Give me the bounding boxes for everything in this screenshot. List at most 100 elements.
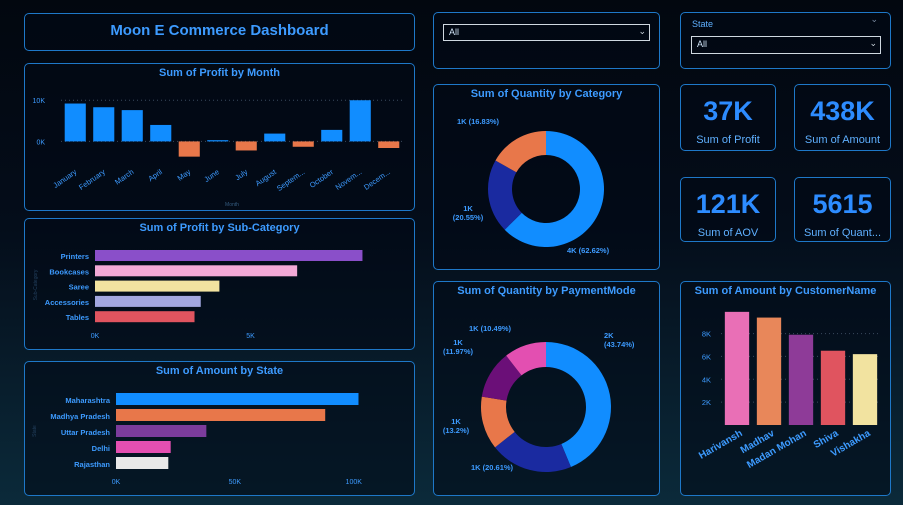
y-tick-label: 10K [33,98,46,105]
kpi-card-quantity: 5615 Sum of Quant... [794,177,891,242]
data-label: (13.2%) [443,426,470,435]
bar [756,317,782,425]
kpi-value: 5615 [812,189,873,219]
profit-by-subcategory-chart: Printers Bookcases Saree Accessories Tables 0… [33,250,363,340]
bar [264,133,286,142]
chevron-down-icon: ⌄ [638,26,646,36]
x-tick-label: 50K [229,479,242,486]
y-tick-label: Madhya Pradesh [50,412,110,421]
state-dropdown[interactable]: All ⌄ [691,36,881,54]
bar [121,110,143,142]
dashboard-canvas: Moon E Commerce Dashboard All ⌄ State ⌄ … [0,0,903,505]
bar [150,124,172,142]
kpi-card-profit: 37K Sum of Profit [680,84,776,151]
bar [95,250,363,261]
data-label: 1K [463,204,473,213]
bar [95,311,195,323]
x-tick-label: 0K [91,333,100,340]
y-tick-label: 0K [36,139,45,146]
bar [724,311,750,425]
amount-by-customer-panel: Sum of Amount by CustomerName 8K 6K 4K 2K Ha… [680,281,891,496]
bar [116,425,207,437]
chart-title: Sum of Profit by Month [159,67,280,79]
data-label: (43.74%) [604,340,635,349]
y-tick-label: 6K [702,352,711,361]
bar [116,441,171,453]
y-tick-label: 2K [702,398,711,407]
chart-title: Sum of Quantity by Category [470,88,623,100]
y-tick-label: 8K [702,330,711,339]
y-tick-label: Rajasthan [74,460,110,469]
amount-by-state-panel: Sum of Amount by State Maharashtra Madhya… [24,361,415,496]
x-tick-label: 100K [346,479,363,486]
data-label: 1K (20.61%) [471,463,514,472]
x-tick-label: April [146,167,164,183]
x-tick-label: Harivansh [697,428,744,462]
state-slicer-label: State [692,19,714,29]
x-tick-label: July [233,167,249,182]
data-label: 1K [453,338,463,347]
y-axis-title: State [32,425,38,437]
y-tick-label: Maharashtra [65,396,110,405]
amount-by-state-chart: Maharashtra Madhya Pradesh Uttar Pradesh De… [32,393,363,486]
y-tick-label: Accessories [45,298,89,307]
page-title: Moon E Commerce Dashboard [110,22,329,39]
y-tick-label: Tables [66,313,89,322]
kpi-card-aov: 121K Sum of AOV [680,177,776,242]
data-label: (11.97%) [443,347,474,356]
title-panel: Moon E Commerce Dashboard [24,13,415,51]
bar [321,129,343,142]
x-tick-label: January [51,167,78,190]
state-dropdown-value: All [697,39,708,49]
category-dropdown[interactable]: All ⌄ [443,24,650,41]
y-tick-label: Printers [61,252,89,261]
x-tick-label: May [176,167,193,183]
quantity-by-category-panel: Sum of Quantity by Category 4K (62.62%) 1… [433,84,660,270]
kpi-label: Sum of AOV [697,227,759,239]
bar [64,103,86,142]
category-dropdown-value: All [449,27,460,37]
kpi-label: Sum of Quant... [803,227,882,239]
x-axis-title: Month [225,202,239,208]
profit-by-month-chart: 10K 0K JanuaryFebruary March April May June Jul… [33,98,403,208]
kpi-label: Sum of Amount [804,134,881,146]
data-label: 1K (10.49%) [469,324,512,333]
bar [852,354,878,425]
quantity-by-category-chart: 4K (62.62%) 1K(20.55%) 1K (16.83%) [453,117,610,255]
quantity-by-paymentmode-chart: 2K(43.74%)1K (20.61%)1K(13.2%)1K(11.97%)… [443,324,635,472]
bar [116,457,169,469]
bar [378,141,400,148]
bar [349,100,371,142]
x-tick-label: June [202,167,220,184]
collapse-chevron-icon[interactable]: ⌄ [870,14,878,25]
bar [116,393,359,405]
data-label: 4K (62.62%) [567,246,610,255]
y-tick-label: Delhi [92,444,110,453]
quantity-by-paymentmode-panel: Sum of Quantity by PaymentMode 2K (43.74%… [433,281,660,496]
chart-title: Sum of Profit by Sub-Category [139,222,300,234]
y-tick-label: Saree [69,283,89,292]
bar [95,295,201,307]
chart-title: Sum of Quantity by PaymentMode [457,285,636,297]
data-label: 1K (16.83%) [457,117,500,126]
state-slicer: State ⌄ All ⌄ [680,12,891,69]
chevron-down-icon: ⌄ [869,38,877,48]
amount-by-customer-chart: 8K6K4K2KHarivanshMadhavMadan Mohan ShivaV… [697,311,881,471]
y-tick-label: Uttar Pradesh [61,428,111,437]
bar [95,265,298,277]
x-tick-label: Novem... [334,167,364,192]
profit-by-month-panel: Sum of Profit by Month 10K 0K January Febru… [24,63,415,211]
kpi-card-amount: 438K Sum of Amount [794,84,891,151]
chart-title: Sum of Amount by CustomerName [694,285,877,297]
y-tick-label: Bookcases [49,267,89,276]
kpi-value: 121K [695,189,761,219]
bar [292,141,314,147]
data-label: 2K [604,331,614,340]
bar [116,409,326,421]
y-axis-title: Sub-Category [33,269,39,300]
profit-by-subcategory-panel: Sum of Profit by Sub-Category Printers Bo… [24,218,415,350]
category-slicer: All ⌄ [433,12,660,69]
kpi-label: Sum of Profit [696,134,760,146]
kpi-value: 438K [810,96,875,126]
bar [207,140,229,142]
